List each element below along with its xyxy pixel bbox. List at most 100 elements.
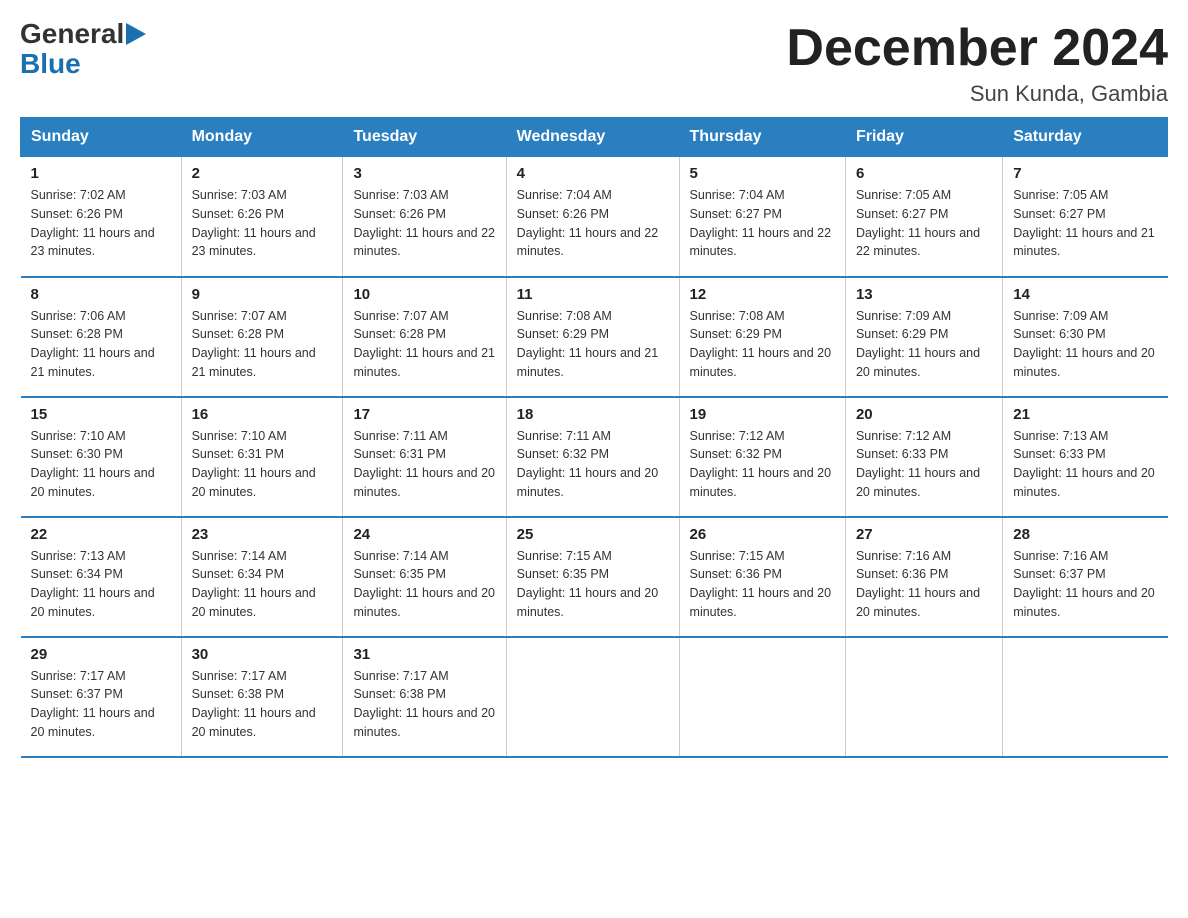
calendar-cell: 17 Sunrise: 7:11 AMSunset: 6:31 PMDaylig… [343, 397, 506, 517]
calendar-cell: 2 Sunrise: 7:03 AMSunset: 6:26 PMDayligh… [181, 157, 343, 277]
day-number: 26 [690, 526, 835, 543]
calendar-cell: 29 Sunrise: 7:17 AMSunset: 6:37 PMDaylig… [21, 637, 182, 757]
day-number: 7 [1013, 165, 1157, 182]
calendar-cell: 22 Sunrise: 7:13 AMSunset: 6:34 PMDaylig… [21, 517, 182, 637]
title-block: December 2024 Sun Kunda, Gambia [786, 20, 1168, 107]
day-info: Sunrise: 7:13 AMSunset: 6:34 PMDaylight:… [31, 547, 171, 622]
day-info: Sunrise: 7:12 AMSunset: 6:32 PMDaylight:… [690, 427, 835, 502]
day-info: Sunrise: 7:15 AMSunset: 6:36 PMDaylight:… [690, 547, 835, 622]
calendar-week-row: 22 Sunrise: 7:13 AMSunset: 6:34 PMDaylig… [21, 517, 1168, 637]
day-info: Sunrise: 7:10 AMSunset: 6:30 PMDaylight:… [31, 427, 171, 502]
day-info: Sunrise: 7:12 AMSunset: 6:33 PMDaylight:… [856, 427, 992, 502]
calendar-cell: 31 Sunrise: 7:17 AMSunset: 6:38 PMDaylig… [343, 637, 506, 757]
day-info: Sunrise: 7:14 AMSunset: 6:34 PMDaylight:… [192, 547, 333, 622]
header-sunday: Sunday [21, 118, 182, 157]
day-info: Sunrise: 7:17 AMSunset: 6:38 PMDaylight:… [192, 667, 333, 742]
day-number: 15 [31, 406, 171, 423]
calendar-cell: 19 Sunrise: 7:12 AMSunset: 6:32 PMDaylig… [679, 397, 845, 517]
day-number: 18 [517, 406, 669, 423]
calendar-week-row: 8 Sunrise: 7:06 AMSunset: 6:28 PMDayligh… [21, 277, 1168, 397]
day-number: 31 [353, 646, 495, 663]
day-number: 28 [1013, 526, 1157, 543]
day-number: 27 [856, 526, 992, 543]
day-number: 4 [517, 165, 669, 182]
page-header: General Blue December 2024 Sun Kunda, Ga… [20, 20, 1168, 107]
calendar-cell: 8 Sunrise: 7:06 AMSunset: 6:28 PMDayligh… [21, 277, 182, 397]
header-monday: Monday [181, 118, 343, 157]
calendar-cell: 21 Sunrise: 7:13 AMSunset: 6:33 PMDaylig… [1003, 397, 1168, 517]
day-info: Sunrise: 7:07 AMSunset: 6:28 PMDaylight:… [353, 307, 495, 382]
header-wednesday: Wednesday [506, 118, 679, 157]
day-number: 30 [192, 646, 333, 663]
calendar-cell: 27 Sunrise: 7:16 AMSunset: 6:36 PMDaylig… [845, 517, 1002, 637]
day-number: 19 [690, 406, 835, 423]
calendar-cell: 4 Sunrise: 7:04 AMSunset: 6:26 PMDayligh… [506, 157, 679, 277]
calendar-cell [1003, 637, 1168, 757]
calendar-cell: 10 Sunrise: 7:07 AMSunset: 6:28 PMDaylig… [343, 277, 506, 397]
calendar-cell: 15 Sunrise: 7:10 AMSunset: 6:30 PMDaylig… [21, 397, 182, 517]
day-number: 14 [1013, 286, 1157, 303]
day-info: Sunrise: 7:03 AMSunset: 6:26 PMDaylight:… [353, 186, 495, 261]
calendar-cell: 12 Sunrise: 7:08 AMSunset: 6:29 PMDaylig… [679, 277, 845, 397]
calendar-cell: 13 Sunrise: 7:09 AMSunset: 6:29 PMDaylig… [845, 277, 1002, 397]
day-number: 29 [31, 646, 171, 663]
month-title: December 2024 [786, 20, 1168, 77]
calendar-cell: 14 Sunrise: 7:09 AMSunset: 6:30 PMDaylig… [1003, 277, 1168, 397]
calendar-cell [845, 637, 1002, 757]
day-info: Sunrise: 7:16 AMSunset: 6:36 PMDaylight:… [856, 547, 992, 622]
day-info: Sunrise: 7:15 AMSunset: 6:35 PMDaylight:… [517, 547, 669, 622]
day-info: Sunrise: 7:09 AMSunset: 6:29 PMDaylight:… [856, 307, 992, 382]
day-number: 25 [517, 526, 669, 543]
day-number: 1 [31, 165, 171, 182]
day-info: Sunrise: 7:04 AMSunset: 6:26 PMDaylight:… [517, 186, 669, 261]
calendar-cell: 28 Sunrise: 7:16 AMSunset: 6:37 PMDaylig… [1003, 517, 1168, 637]
day-info: Sunrise: 7:14 AMSunset: 6:35 PMDaylight:… [353, 547, 495, 622]
day-number: 13 [856, 286, 992, 303]
calendar-cell: 1 Sunrise: 7:02 AMSunset: 6:26 PMDayligh… [21, 157, 182, 277]
day-number: 17 [353, 406, 495, 423]
day-number: 6 [856, 165, 992, 182]
day-info: Sunrise: 7:02 AMSunset: 6:26 PMDaylight:… [31, 186, 171, 261]
calendar-cell: 6 Sunrise: 7:05 AMSunset: 6:27 PMDayligh… [845, 157, 1002, 277]
day-number: 24 [353, 526, 495, 543]
logo-blue: Blue [20, 48, 81, 80]
day-info: Sunrise: 7:09 AMSunset: 6:30 PMDaylight:… [1013, 307, 1157, 382]
header-tuesday: Tuesday [343, 118, 506, 157]
header-saturday: Saturday [1003, 118, 1168, 157]
calendar-cell: 23 Sunrise: 7:14 AMSunset: 6:34 PMDaylig… [181, 517, 343, 637]
calendar-cell: 11 Sunrise: 7:08 AMSunset: 6:29 PMDaylig… [506, 277, 679, 397]
day-number: 16 [192, 406, 333, 423]
calendar-cell: 9 Sunrise: 7:07 AMSunset: 6:28 PMDayligh… [181, 277, 343, 397]
day-number: 3 [353, 165, 495, 182]
day-number: 8 [31, 286, 171, 303]
day-info: Sunrise: 7:07 AMSunset: 6:28 PMDaylight:… [192, 307, 333, 382]
day-info: Sunrise: 7:13 AMSunset: 6:33 PMDaylight:… [1013, 427, 1157, 502]
day-number: 9 [192, 286, 333, 303]
calendar-cell [679, 637, 845, 757]
day-info: Sunrise: 7:17 AMSunset: 6:37 PMDaylight:… [31, 667, 171, 742]
calendar-cell: 3 Sunrise: 7:03 AMSunset: 6:26 PMDayligh… [343, 157, 506, 277]
day-info: Sunrise: 7:11 AMSunset: 6:32 PMDaylight:… [517, 427, 669, 502]
calendar-cell: 7 Sunrise: 7:05 AMSunset: 6:27 PMDayligh… [1003, 157, 1168, 277]
day-info: Sunrise: 7:16 AMSunset: 6:37 PMDaylight:… [1013, 547, 1157, 622]
logo-general: General [20, 20, 124, 48]
calendar-header-row: SundayMondayTuesdayWednesdayThursdayFrid… [21, 118, 1168, 157]
calendar-cell: 20 Sunrise: 7:12 AMSunset: 6:33 PMDaylig… [845, 397, 1002, 517]
calendar-cell: 25 Sunrise: 7:15 AMSunset: 6:35 PMDaylig… [506, 517, 679, 637]
day-info: Sunrise: 7:17 AMSunset: 6:38 PMDaylight:… [353, 667, 495, 742]
day-info: Sunrise: 7:08 AMSunset: 6:29 PMDaylight:… [690, 307, 835, 382]
calendar-week-row: 1 Sunrise: 7:02 AMSunset: 6:26 PMDayligh… [21, 157, 1168, 277]
calendar-week-row: 29 Sunrise: 7:17 AMSunset: 6:37 PMDaylig… [21, 637, 1168, 757]
logo-arrow-icon [126, 23, 146, 45]
day-number: 2 [192, 165, 333, 182]
day-info: Sunrise: 7:03 AMSunset: 6:26 PMDaylight:… [192, 186, 333, 261]
calendar-cell: 30 Sunrise: 7:17 AMSunset: 6:38 PMDaylig… [181, 637, 343, 757]
calendar-table: SundayMondayTuesdayWednesdayThursdayFrid… [20, 117, 1168, 758]
day-number: 22 [31, 526, 171, 543]
calendar-cell [506, 637, 679, 757]
day-number: 12 [690, 286, 835, 303]
day-info: Sunrise: 7:10 AMSunset: 6:31 PMDaylight:… [192, 427, 333, 502]
day-info: Sunrise: 7:08 AMSunset: 6:29 PMDaylight:… [517, 307, 669, 382]
day-info: Sunrise: 7:06 AMSunset: 6:28 PMDaylight:… [31, 307, 171, 382]
header-thursday: Thursday [679, 118, 845, 157]
